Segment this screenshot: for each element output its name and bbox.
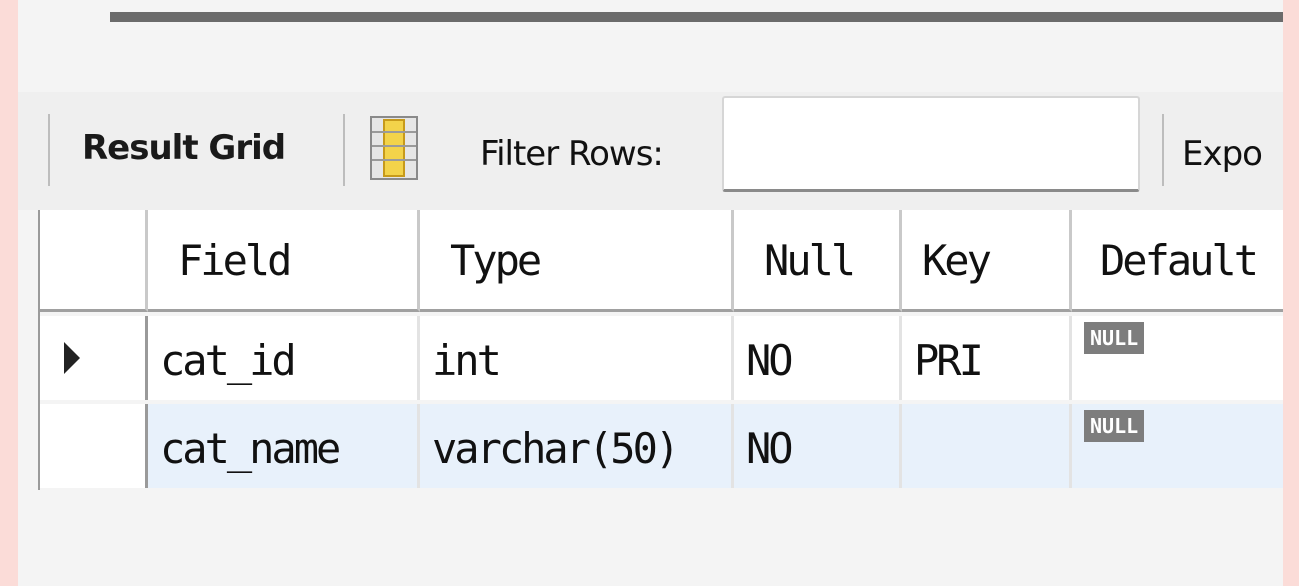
- toolbar-separator: [343, 114, 345, 186]
- cell-key[interactable]: PRI: [902, 316, 1072, 400]
- table-row[interactable]: cat_name varchar(50) NO NULL: [40, 404, 1283, 488]
- toolbar-separator: [48, 114, 50, 186]
- row-selector[interactable]: [40, 316, 148, 400]
- row-header-corner: [40, 210, 148, 312]
- cell-default[interactable]: NULL: [1072, 316, 1283, 400]
- cell-null[interactable]: NO: [734, 316, 902, 400]
- cell-type[interactable]: varchar(50): [420, 404, 734, 488]
- null-badge: NULL: [1084, 410, 1145, 442]
- column-header-field[interactable]: Field: [148, 210, 420, 312]
- column-header-null[interactable]: Null: [734, 210, 902, 312]
- cell-type[interactable]: int: [420, 316, 734, 400]
- column-header-key[interactable]: Key: [902, 210, 1072, 312]
- cell-null[interactable]: NO: [734, 404, 902, 488]
- filter-rows-label: Filter Rows:: [480, 134, 664, 174]
- current-row-arrow-icon: [64, 342, 80, 374]
- cell-key[interactable]: [902, 404, 1072, 488]
- result-panel: Result Grid Filter Rows: Expo Field Type…: [18, 0, 1283, 586]
- column-header-default[interactable]: Default: [1072, 210, 1283, 312]
- result-grid: Field Type Null Key Default cat_id int N…: [38, 210, 1283, 490]
- toolbar-separator: [1162, 114, 1164, 186]
- export-button[interactable]: Expo: [1182, 134, 1263, 174]
- cell-field[interactable]: cat_name: [148, 404, 420, 488]
- table-row[interactable]: cat_id int NO PRI NULL: [40, 316, 1283, 400]
- result-grid-button[interactable]: Result Grid: [82, 128, 286, 168]
- cell-field[interactable]: cat_id: [148, 316, 420, 400]
- row-selector[interactable]: [40, 404, 148, 488]
- grid-layout-icon[interactable]: [370, 116, 418, 180]
- cell-default[interactable]: NULL: [1072, 404, 1283, 488]
- editor-scrollbar[interactable]: [110, 12, 1283, 22]
- column-header-type[interactable]: Type: [420, 210, 734, 312]
- filter-rows-input[interactable]: [722, 96, 1140, 192]
- null-badge: NULL: [1084, 322, 1145, 354]
